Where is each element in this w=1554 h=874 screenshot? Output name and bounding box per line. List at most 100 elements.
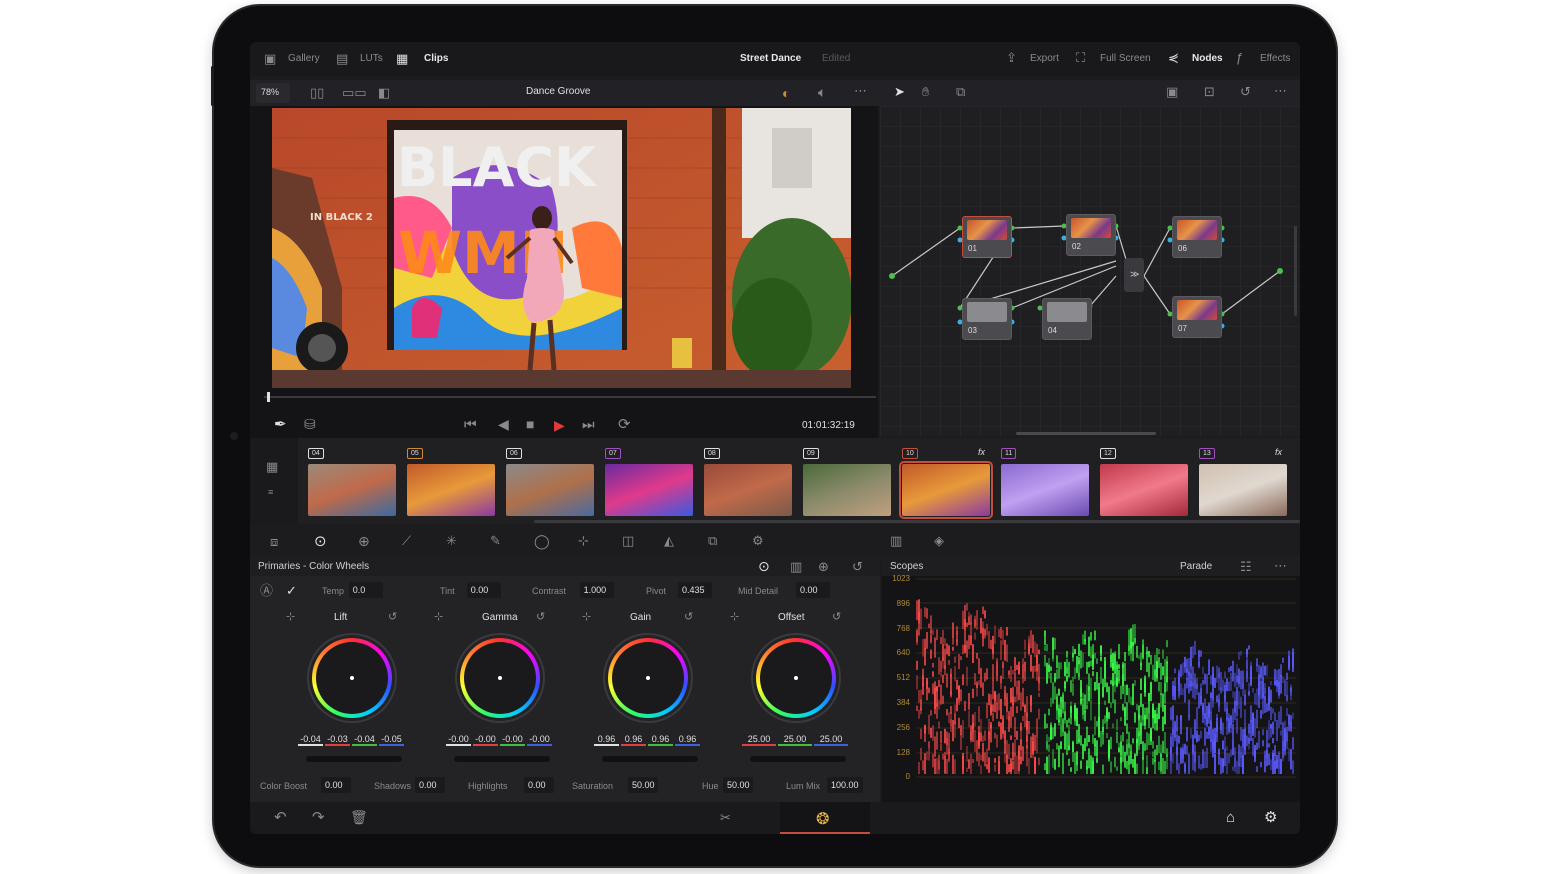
mask-icon[interactable]: ⛁ bbox=[304, 417, 316, 431]
param-value-field[interactable]: 100.00 bbox=[827, 777, 863, 793]
luts-tab[interactable]: LUTs bbox=[360, 53, 383, 64]
luts-icon[interactable]: ▤ bbox=[336, 52, 348, 65]
full-screen-button[interactable]: Full Screen bbox=[1100, 53, 1151, 64]
wheel-handle[interactable] bbox=[794, 676, 798, 680]
full-screen-icon[interactable]: ⛶ bbox=[1076, 51, 1085, 64]
settings-gear-icon[interactable]: ⚙ bbox=[1264, 810, 1277, 825]
color-wheel[interactable] bbox=[751, 633, 841, 723]
color-wheel[interactable] bbox=[603, 633, 693, 723]
wheel-value[interactable]: -0.03 bbox=[325, 734, 350, 746]
viewer-more-icon[interactable]: ⋯ bbox=[854, 84, 867, 97]
clips-tab[interactable]: Clips bbox=[424, 53, 448, 64]
camera-raw-icon[interactable]: ⧈ bbox=[270, 535, 278, 548]
hdr-wheels-icon[interactable]: ⊕ bbox=[358, 534, 370, 548]
scope-settings-icon[interactable]: ☷ bbox=[1240, 560, 1252, 573]
param-value-field[interactable]: 0.00 bbox=[321, 777, 351, 793]
home-icon[interactable]: ⌂ bbox=[1226, 810, 1235, 825]
scrubber-playhead[interactable] bbox=[267, 392, 270, 402]
compare-viewer-icon[interactable]: ◧ bbox=[378, 86, 390, 99]
node-graph[interactable]: 01 02 03 04 ≫ 06 07 bbox=[880, 106, 1300, 436]
clips-icon[interactable]: ▦ bbox=[396, 52, 408, 65]
effects-icon[interactable]: ƒ bbox=[1236, 51, 1243, 64]
node-03[interactable]: 03 bbox=[962, 298, 1012, 340]
node-scrollbar-horizontal[interactable] bbox=[1016, 432, 1156, 435]
volume-icon[interactable]: 🔈︎ bbox=[818, 85, 826, 99]
info-tool-icon[interactable]: ◈ bbox=[934, 534, 944, 547]
delete-icon[interactable]: 🗑︎ bbox=[350, 810, 368, 824]
motion-effects-icon[interactable]: ⚙ bbox=[752, 534, 764, 547]
node-zoom-icon[interactable]: ⊡ bbox=[1204, 85, 1215, 98]
skip-start-icon[interactable]: ⏮ bbox=[464, 417, 477, 431]
node-reset-icon[interactable]: ↺ bbox=[1240, 85, 1251, 98]
redo-icon[interactable]: ↷ bbox=[312, 810, 325, 825]
param-value-field[interactable]: 50.00 bbox=[628, 777, 658, 793]
color-picker-icon[interactable]: ◐ bbox=[782, 85, 790, 101]
stop-icon[interactable]: ■ bbox=[526, 417, 534, 431]
wheel-value[interactable]: -0.00 bbox=[473, 734, 498, 746]
export-button[interactable]: Export bbox=[1030, 53, 1059, 64]
wheel-handle[interactable] bbox=[350, 676, 354, 680]
color-page-tab[interactable]: ❂ bbox=[780, 802, 870, 834]
wheel-value[interactable]: -0.00 bbox=[527, 734, 552, 746]
scopes-tool-icon[interactable]: ▥ bbox=[890, 534, 902, 547]
effects-button[interactable]: Effects bbox=[1260, 53, 1290, 64]
play-icon[interactable]: ▶ bbox=[554, 417, 565, 434]
wheel-handle[interactable] bbox=[646, 676, 650, 680]
tracker-icon[interactable]: ⊹ bbox=[578, 534, 589, 547]
node-scrollbar-vertical[interactable] bbox=[1294, 226, 1297, 316]
clip-thumbnail[interactable] bbox=[605, 464, 693, 516]
wheel-value[interactable]: 25.00 bbox=[742, 734, 776, 746]
skip-end-icon[interactable]: ⏭ bbox=[582, 417, 595, 431]
param-value-field[interactable]: 0.0 bbox=[348, 582, 383, 598]
clip-thumbnail[interactable] bbox=[308, 464, 396, 516]
color-wheel[interactable] bbox=[455, 633, 545, 723]
gallery-icon[interactable]: ▣ bbox=[264, 52, 276, 65]
reset-primaries-icon[interactable]: ↺ bbox=[852, 560, 863, 573]
color-wheel[interactable] bbox=[307, 633, 397, 723]
window-icon[interactable]: ◯ bbox=[534, 534, 550, 548]
clip-thumbnail[interactable] bbox=[1001, 464, 1089, 516]
node-01[interactable]: 01 bbox=[962, 216, 1012, 258]
param-value-field[interactable]: 0.435 bbox=[678, 582, 712, 598]
log-mode-icon[interactable]: ⊕ bbox=[818, 560, 829, 573]
wheel-value[interactable]: 0.96 bbox=[621, 734, 646, 746]
wheel-handle[interactable] bbox=[498, 676, 502, 680]
loop-icon[interactable]: ⟳ bbox=[618, 417, 631, 432]
scope-more-icon[interactable]: ⋯ bbox=[1274, 559, 1287, 572]
color-warper-icon[interactable]: ✳ bbox=[446, 534, 457, 547]
zoom-select[interactable]: 78% bbox=[256, 83, 290, 103]
single-viewer-icon[interactable]: ▯▯ bbox=[310, 86, 324, 99]
play-reverse-icon[interactable]: ◀ bbox=[498, 417, 509, 431]
node-link-icon[interactable]: ⧉ bbox=[956, 85, 965, 98]
video-frame[interactable]: BLACK WMN IN BLACK 2 bbox=[272, 108, 851, 388]
master-wheel-slider[interactable] bbox=[750, 756, 846, 762]
clip-thumbnail[interactable] bbox=[899, 461, 993, 519]
wheel-picker-icon[interactable]: ⊹ bbox=[286, 612, 295, 623]
hand-tool-icon[interactable]: ✋︎ bbox=[922, 85, 929, 98]
sizing-icon[interactable]: ⧉ bbox=[708, 534, 717, 547]
wheel-value[interactable]: 0.96 bbox=[594, 734, 619, 746]
clip-thumbnail[interactable] bbox=[803, 464, 891, 516]
node-more-icon[interactable]: ⋯ bbox=[1274, 84, 1287, 97]
cut-page-icon[interactable]: ✂ bbox=[720, 811, 731, 824]
bars-mode-icon[interactable]: ▥ bbox=[790, 560, 802, 573]
export-icon[interactable]: ⇪ bbox=[1006, 51, 1017, 64]
wheel-picker-icon[interactable]: ⊹ bbox=[582, 612, 591, 623]
nodes-icon[interactable]: ⋞ bbox=[1168, 51, 1179, 64]
wheel-value[interactable]: 25.00 bbox=[814, 734, 848, 746]
gallery-tab[interactable]: Gallery bbox=[288, 53, 320, 64]
wheel-value[interactable]: -0.00 bbox=[500, 734, 525, 746]
white-balance-picker-icon[interactable]: ✓ bbox=[286, 584, 297, 597]
wheel-reset-icon[interactable]: ↺ bbox=[684, 612, 693, 623]
param-value-field[interactable]: 0.00 bbox=[466, 582, 501, 598]
undo-icon[interactable]: ↶ bbox=[274, 810, 287, 825]
parallel-mixer-node[interactable]: ≫ bbox=[1124, 258, 1144, 292]
node-viewer-icon[interactable]: ▣ bbox=[1166, 85, 1178, 98]
wheel-value[interactable]: -0.04 bbox=[298, 734, 323, 746]
wheel-picker-icon[interactable]: ⊹ bbox=[434, 612, 443, 623]
clip-thumbnail[interactable] bbox=[704, 464, 792, 516]
master-wheel-slider[interactable] bbox=[306, 756, 402, 762]
clips-view-icon[interactable]: ▦ bbox=[266, 460, 278, 473]
node-02[interactable]: 02 bbox=[1066, 214, 1116, 256]
curves-icon[interactable]: ⟋ bbox=[402, 534, 411, 547]
